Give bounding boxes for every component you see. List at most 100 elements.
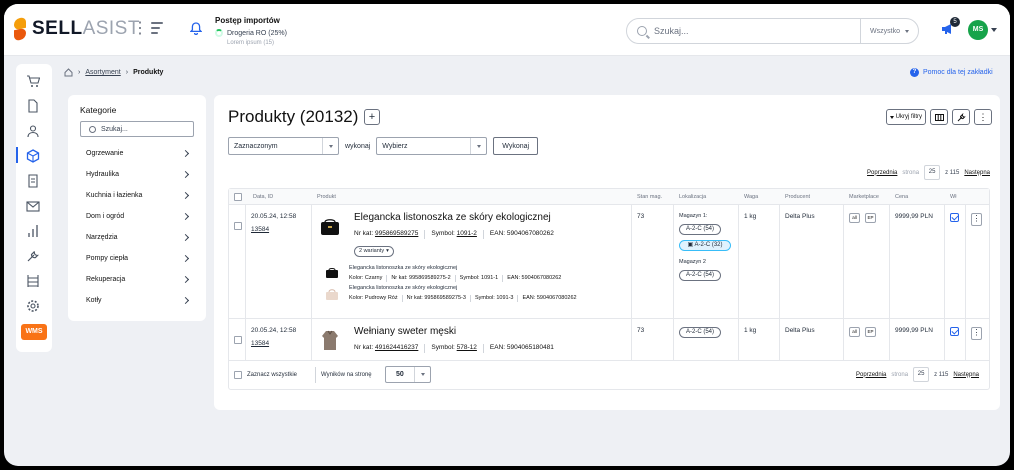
action-select[interactable]: Wybierz: [376, 137, 488, 155]
more-button[interactable]: ⋮: [974, 109, 992, 125]
search-scope-select[interactable]: Wszystko: [860, 19, 918, 43]
column-header-marketplace[interactable]: Marketplace: [849, 194, 879, 200]
location-badge[interactable]: A-2-C (54): [679, 270, 721, 281]
category-item-pompy[interactable]: Pompy ciepła: [80, 248, 194, 269]
column-header-location[interactable]: Lokalizacja: [679, 194, 706, 200]
nr-kat-value[interactable]: 995869589275: [375, 230, 418, 237]
add-product-button[interactable]: +: [364, 109, 380, 125]
mail-icon[interactable]: [26, 199, 40, 213]
selection-select[interactable]: Zaznaczonym: [228, 137, 339, 155]
wrench-icon[interactable]: [26, 249, 40, 263]
warehouse-icon[interactable]: [26, 274, 40, 288]
invoice-icon[interactable]: [26, 174, 40, 188]
variants-label: 2 warianty: [359, 248, 385, 254]
variant-name: Elegancka listonoszka ze skóry ekologicz…: [349, 285, 458, 291]
variants-toggle[interactable]: 2 warianty ▾: [354, 246, 394, 257]
row-weight: 1 kg: [744, 327, 757, 334]
marketplace-all-icon[interactable]: all: [849, 327, 860, 337]
category-item-rekuperacja[interactable]: Rekuperacja: [80, 269, 194, 290]
page-input[interactable]: 25: [913, 367, 930, 382]
list-edit-icon[interactable]: [151, 22, 165, 34]
column-header-date[interactable]: Data, ID: [253, 194, 273, 200]
prev-page-link[interactable]: Poprzednia: [867, 170, 897, 176]
select-all-checkbox[interactable]: [234, 371, 242, 379]
next-page-link[interactable]: Następna: [964, 170, 990, 176]
execute-button[interactable]: Wykonaj: [493, 137, 539, 155]
symbol-value[interactable]: 578-12: [457, 344, 477, 351]
product-thumbnail[interactable]: [321, 329, 339, 351]
category-item-dom[interactable]: Dom i ogród: [80, 206, 194, 227]
category-item-kotly[interactable]: Kotły: [80, 290, 194, 311]
category-item-hydraulika[interactable]: Hydraulika: [80, 164, 194, 185]
active-checkbox[interactable]: [950, 213, 959, 222]
location-badge[interactable]: A-2-C (54): [679, 327, 721, 338]
location-badge-highlighted[interactable]: ▣ A-2-C (32): [679, 240, 731, 251]
row-weight: 1 kg: [744, 213, 757, 220]
row-checkbox[interactable]: [234, 222, 242, 230]
column-header-product[interactable]: Produkt: [317, 194, 336, 200]
per-page-select[interactable]: 50: [385, 366, 431, 383]
row-menu-button[interactable]: ⋮: [971, 327, 982, 340]
row-menu-button[interactable]: ⋮: [971, 213, 982, 226]
marketplace-ep-icon[interactable]: EP: [865, 213, 876, 223]
columns-button[interactable]: [930, 109, 948, 125]
column-header-price[interactable]: Cena: [895, 194, 908, 200]
column-header-weight[interactable]: Waga: [744, 194, 758, 200]
cart-icon[interactable]: [26, 74, 40, 88]
column-header-active[interactable]: Wł: [950, 194, 956, 200]
pagination-bottom: Poprzednia strona 25 z 115 Następna: [856, 367, 979, 382]
next-page-link[interactable]: Następna: [953, 372, 979, 378]
row-producer: Delta Plus: [785, 213, 815, 220]
page-input[interactable]: 25: [924, 165, 941, 180]
prev-page-link[interactable]: Poprzednia: [856, 372, 886, 378]
nr-kat-value[interactable]: 491624416237: [375, 344, 418, 351]
category-item-ogrzewanie[interactable]: Ogrzewanie: [80, 143, 194, 164]
document-icon[interactable]: [26, 99, 40, 113]
notification-badge: 5: [950, 17, 960, 27]
product-name[interactable]: Wełniany sweter męski: [354, 326, 456, 337]
category-item-kuchnia[interactable]: Kuchnia i łazienka: [80, 185, 194, 206]
chevron-down-icon[interactable]: [991, 28, 997, 32]
wms-button[interactable]: WMS: [21, 324, 47, 340]
search-input[interactable]: Szukaj...: [654, 26, 860, 36]
caret-down-icon: [470, 138, 486, 154]
category-search-input[interactable]: Szukaj...: [80, 121, 194, 137]
bell-icon[interactable]: [190, 22, 202, 35]
product-name[interactable]: Elegancka listonoszka ze skóry ekologicz…: [354, 212, 551, 223]
product-thumbnail[interactable]: [319, 217, 341, 237]
box-icon[interactable]: [26, 149, 40, 163]
calendar-icon: ▣: [687, 242, 695, 248]
column-header-producer[interactable]: Producent: [785, 194, 810, 200]
active-checkbox[interactable]: [950, 327, 959, 336]
nr-kat-label: Nr kat:: [354, 344, 374, 351]
symbol-value[interactable]: 1091-2: [457, 230, 477, 237]
marketplace-ep-icon[interactable]: EP: [865, 327, 876, 337]
chart-icon[interactable]: [26, 224, 40, 238]
category-item-narzedzia[interactable]: Narzędzia: [80, 227, 194, 248]
row-id-link[interactable]: 13584: [251, 226, 269, 233]
user-icon[interactable]: [26, 124, 40, 138]
breadcrumb-link-asortyment[interactable]: Asortyment: [85, 69, 120, 76]
more-vertical-icon[interactable]: ⋮: [132, 21, 148, 37]
category-label: Rekuperacja: [86, 276, 126, 283]
ean-value: 5904065180481: [506, 344, 554, 351]
home-icon[interactable]: [64, 68, 73, 77]
row-checkbox[interactable]: [234, 336, 242, 344]
location-badge[interactable]: A-2-C (54): [679, 224, 721, 235]
global-search[interactable]: Szukaj... Wszystko: [626, 18, 919, 44]
help-link[interactable]: ? Pomoc dla tej zakładki: [910, 68, 993, 77]
pagination-top: Poprzednia strona 25 z 115 Następna: [867, 165, 990, 180]
table-row[interactable]: 20.05.24, 12:58 13584 Wełniany sweter mę…: [229, 319, 989, 361]
gear-icon[interactable]: [26, 299, 40, 313]
row-id-link[interactable]: 13584: [251, 340, 269, 347]
import-progress[interactable]: Postęp importów Drogeria RO (25%) Lorem …: [215, 16, 325, 46]
select-all-checkbox-header[interactable]: [234, 193, 242, 201]
avatar[interactable]: MS: [968, 20, 988, 40]
column-header-stock[interactable]: Stan mag.: [637, 194, 662, 200]
hide-filters-button[interactable]: Ukryj filtry: [885, 109, 926, 125]
table-row[interactable]: 20.05.24, 12:58 13584 Elegancka listonos…: [229, 205, 989, 319]
import-title: Postęp importów: [215, 16, 280, 25]
marketplace-all-icon[interactable]: all: [849, 213, 860, 223]
settings-button[interactable]: [952, 109, 970, 125]
logo[interactable]: SELL ASIST: [12, 16, 140, 42]
